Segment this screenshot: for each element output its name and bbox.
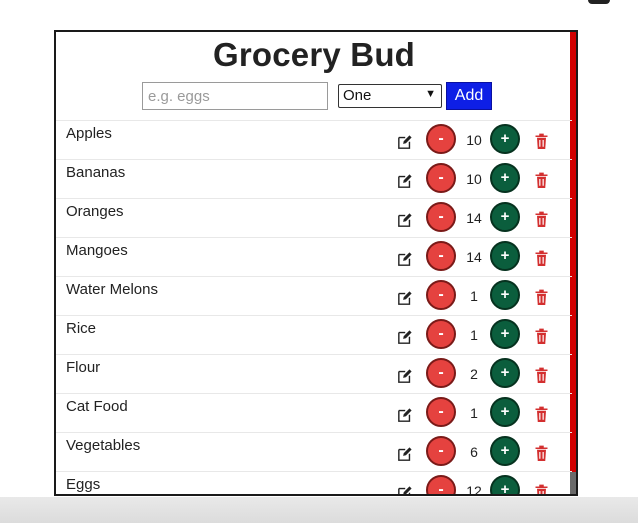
decrease-button[interactable]: - (426, 202, 456, 232)
increase-button[interactable]: + (490, 280, 520, 310)
list-item: Water Melons -1 + (56, 276, 572, 315)
grocery-list: Apples -10 + Bananas -10 + Oranges -14 + Mangoes -… (56, 120, 572, 496)
quantity-select[interactable]: One ▼ (338, 84, 442, 108)
page-title: Grocery Bud (212, 36, 416, 73)
item-quantity: 6 (470, 444, 478, 460)
add-button[interactable]: Add (446, 82, 492, 110)
item-quantity: 14 (466, 249, 482, 265)
decrease-button[interactable]: - (426, 319, 456, 349)
quantity-select-value: One (343, 87, 372, 104)
list-item: Cat Food -1 + (56, 393, 572, 432)
app-window: Grocery Bud One ▼ Add Apples-10+Bananas-… (54, 30, 578, 496)
decrease-button[interactable]: - (426, 124, 456, 154)
trash-icon[interactable] (534, 133, 549, 150)
increase-button[interactable]: + (490, 475, 520, 494)
list-item: Oranges -14 + (56, 198, 572, 237)
edit-icon[interactable] (396, 368, 413, 385)
decrease-button[interactable]: - (426, 163, 456, 193)
item-quantity: 1 (470, 288, 478, 304)
item-name: Rice (66, 320, 97, 337)
increase-button[interactable]: + (490, 397, 520, 427)
item-name-input[interactable] (142, 82, 328, 110)
edit-icon[interactable] (396, 407, 413, 424)
item-quantity: 10 (466, 132, 482, 148)
increase-button[interactable]: + (490, 436, 520, 466)
item-name: Eggs (66, 476, 101, 493)
item-name: Oranges (66, 203, 124, 220)
item-name: Bananas (66, 164, 126, 181)
item-name: Water Melons (66, 281, 158, 298)
trash-icon[interactable] (534, 250, 549, 267)
decrease-button[interactable]: - (426, 397, 456, 427)
chevron-down-icon: ▼ (425, 88, 436, 100)
increase-button[interactable]: + (490, 319, 520, 349)
list-item: Mangoes -14 + (56, 237, 572, 276)
item-quantity: 14 (466, 210, 482, 226)
list-item: Flour -2 + (56, 354, 572, 393)
trash-icon[interactable] (534, 289, 549, 306)
list-item: Eggs -12 + (56, 471, 572, 496)
item-quantity: 10 (466, 171, 482, 187)
item-quantity: 2 (470, 366, 478, 382)
decrease-button[interactable]: - (426, 475, 456, 494)
edit-icon[interactable] (396, 173, 413, 190)
trash-icon[interactable] (534, 484, 549, 494)
item-quantity: 1 (470, 405, 478, 421)
edit-icon[interactable] (396, 485, 413, 494)
edit-icon[interactable] (396, 329, 413, 346)
trash-icon[interactable] (534, 172, 549, 189)
decrease-button[interactable]: - (426, 358, 456, 388)
decrease-button[interactable]: - (426, 280, 456, 310)
item-quantity: 1 (470, 327, 478, 343)
decrease-button[interactable]: - (426, 436, 456, 466)
taskbar (0, 497, 638, 523)
increase-button[interactable]: + (490, 358, 520, 388)
edit-icon[interactable] (396, 134, 413, 151)
camera-notch (588, 0, 610, 4)
list-item: Bananas -10 + (56, 159, 572, 198)
edit-icon[interactable] (396, 446, 413, 463)
increase-button[interactable]: + (490, 124, 520, 154)
item-name: Cat Food (66, 398, 128, 415)
screen: Grocery Bud One ▼ Add Apples-10+Bananas-… (0, 0, 638, 523)
list-item: Rice -1 + (56, 315, 572, 354)
trash-icon[interactable] (534, 367, 549, 384)
edit-icon[interactable] (396, 212, 413, 229)
edit-icon[interactable] (396, 251, 413, 268)
edit-icon[interactable] (396, 290, 413, 307)
increase-button[interactable]: + (490, 163, 520, 193)
decrease-button[interactable]: - (426, 241, 456, 271)
trash-icon[interactable] (534, 328, 549, 345)
trash-icon[interactable] (534, 406, 549, 423)
item-quantity: 12 (466, 483, 482, 496)
item-name: Apples (66, 125, 112, 142)
increase-button[interactable]: + (490, 202, 520, 232)
trash-icon[interactable] (534, 211, 549, 228)
item-name: Vegetables (66, 437, 141, 454)
item-name: Flour (66, 359, 101, 376)
trash-icon[interactable] (534, 445, 549, 462)
item-name: Mangoes (66, 242, 128, 259)
list-item: Apples -10 + (56, 120, 572, 159)
list-item: Vegetables -6 + (56, 432, 572, 471)
increase-button[interactable]: + (490, 241, 520, 271)
